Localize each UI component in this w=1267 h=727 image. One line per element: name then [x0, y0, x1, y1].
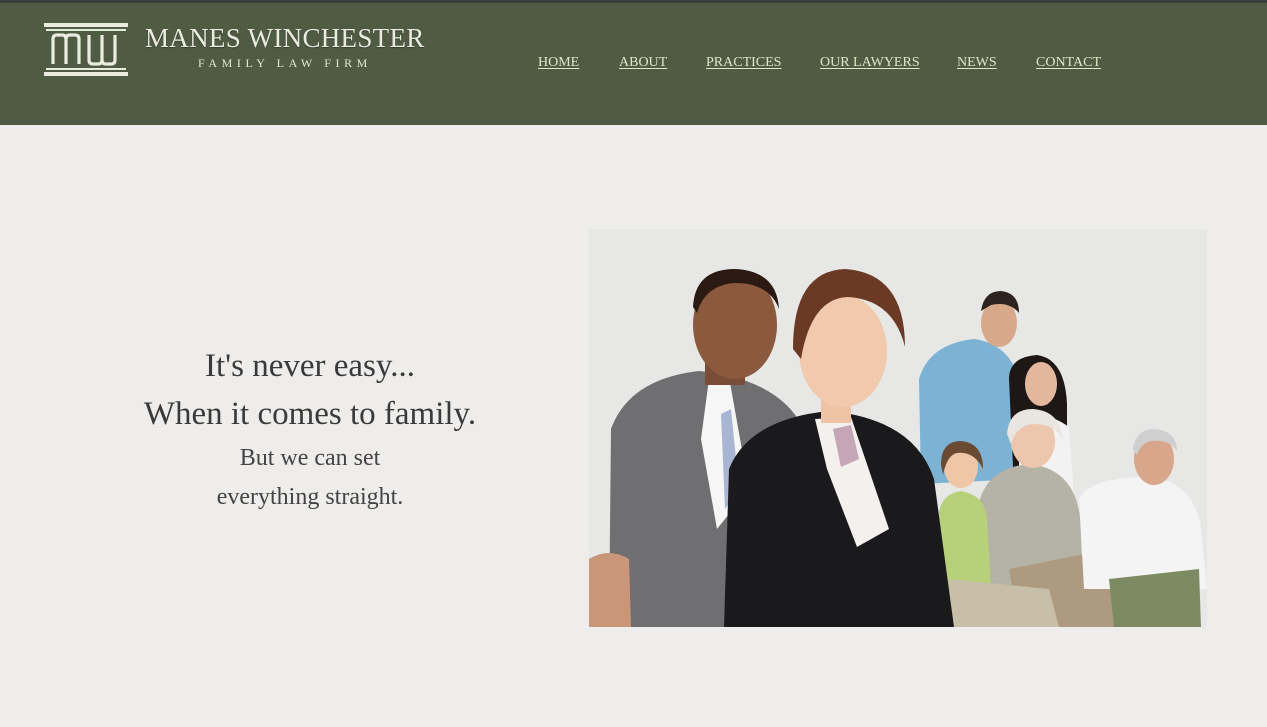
- hero-photo-lawyers-and-family: [589, 229, 1207, 627]
- hero-text: It's never easy... When it comes to fami…: [90, 342, 530, 516]
- hero-line-1: It's never easy...: [205, 348, 415, 384]
- nav-practices[interactable]: PRACTICES: [706, 55, 781, 71]
- nav-our-lawyers[interactable]: OUR LAWYERS: [820, 55, 920, 71]
- nav-news[interactable]: NEWS: [957, 55, 997, 71]
- site-header: MANES WINCHESTER FAMILY LAW FIRM HOME AB…: [0, 3, 1267, 125]
- nav-about[interactable]: ABOUT: [619, 55, 667, 71]
- brand-tagline: FAMILY LAW FIRM: [198, 56, 372, 70]
- logo[interactable]: MANES WINCHESTER FAMILY LAW FIRM: [44, 23, 444, 83]
- pillar-monogram-icon: [44, 23, 128, 76]
- hero-line-4: everything straight.: [216, 484, 404, 510]
- hero-line-2: When it comes to family.: [143, 396, 477, 432]
- hero-line-3: But we can set: [239, 445, 381, 471]
- nav-home[interactable]: HOME: [538, 55, 579, 71]
- nav-contact[interactable]: CONTACT: [1036, 55, 1101, 71]
- brand-name: MANES WINCHESTER: [145, 23, 425, 53]
